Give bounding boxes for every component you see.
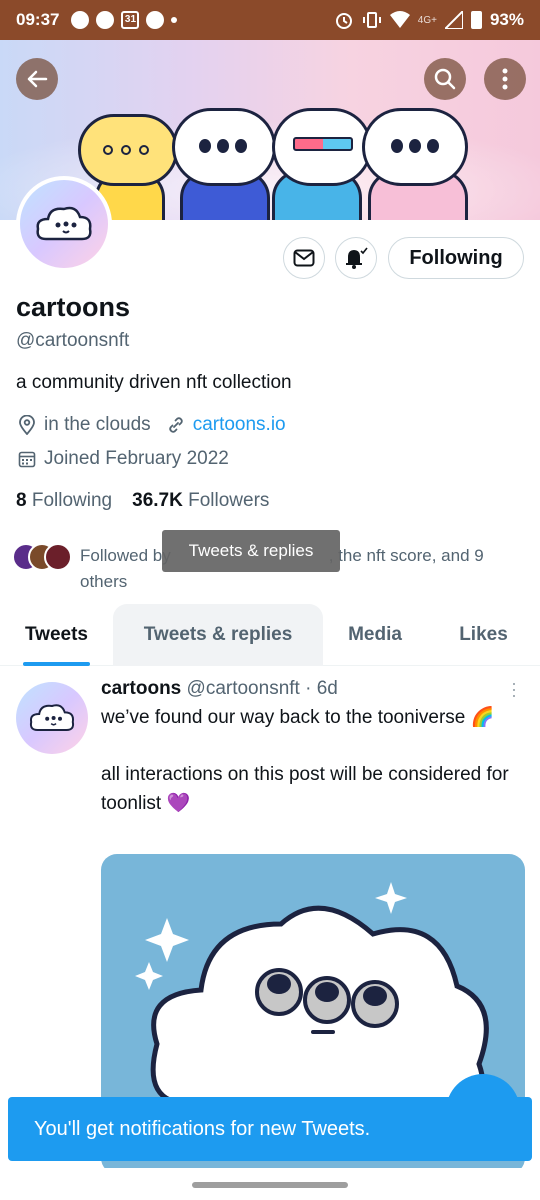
wifi-icon [389, 11, 410, 28]
tweet-author-handle: @cartoonsnft [186, 678, 300, 699]
tweet-avatar[interactable] [16, 682, 88, 754]
calendar-icon [16, 448, 38, 470]
tweet-time: · 6d [305, 678, 338, 699]
tweet-header: cartoons @cartoonsnft · 6d [101, 678, 338, 700]
tab-tweets-label: Tweets [24, 624, 88, 645]
profile-handle: @cartoonsnft [16, 330, 130, 351]
more-notifications-icon [171, 17, 178, 23]
status-time: 09:37 [16, 10, 60, 29]
back-arrow-icon [27, 70, 48, 88]
messenger-icon-2 [96, 11, 115, 29]
tab-likes[interactable]: Likes [427, 604, 540, 666]
banner-cloud-bow [362, 108, 468, 186]
home-gesture-handle[interactable] [192, 1182, 348, 1188]
tweet-text: we’ve found our way back to the tooniver… [101, 707, 509, 814]
banner-cloud-crown [78, 114, 178, 186]
cloud-logo-icon [36, 206, 92, 241]
vibrate-icon [362, 12, 381, 28]
more-options-button[interactable] [484, 58, 526, 100]
tab-tweets-and-replies-label: Tweets & replies [143, 624, 293, 645]
profile-bio: a community driven nft collection [16, 372, 292, 393]
battery-icon [470, 11, 482, 29]
following-stat[interactable]: 8 Following [16, 490, 112, 512]
notifications-button[interactable] [335, 237, 377, 279]
notification-icons: 31 [71, 11, 178, 29]
calendar-icon: 31 [121, 11, 140, 29]
followers-count: 36.7K [132, 490, 183, 511]
signal-icon [444, 11, 463, 29]
following-count: 8 [16, 490, 27, 511]
status-bar: 09:37 31 4G+ 93% [0, 0, 540, 40]
tab-tweets-and-replies[interactable]: Tweets & replies [113, 604, 323, 666]
followers-stat[interactable]: 36.7K Followers [132, 490, 269, 512]
system-icons: 4G+ 93% [334, 10, 524, 30]
tab-media[interactable]: Media [323, 604, 427, 666]
network-type: 4G+ [417, 14, 437, 26]
profile-avatar[interactable] [16, 176, 112, 272]
link-icon [165, 414, 187, 436]
follow-stats: 8 Following 36.7K Followers [16, 490, 269, 512]
alarm-icon [335, 13, 352, 29]
following-label: Following [31, 490, 113, 511]
profile-location: in the clouds [44, 414, 151, 435]
search-icon [434, 68, 456, 90]
notification-toast: You'll get notifications for new Tweets. [8, 1097, 532, 1161]
tweet-more-icon[interactable]: · · · [504, 674, 524, 704]
battery-level: 93% [489, 10, 524, 29]
pinterest-icon [146, 11, 165, 29]
follower-avatar-3 [44, 543, 72, 571]
tab-likes-label: Likes [459, 624, 508, 645]
tab-media-label: Media [348, 624, 402, 645]
tab-tweets[interactable]: Tweets [22, 604, 91, 666]
followed-by-start: Followed by [80, 546, 171, 565]
message-button[interactable] [283, 237, 325, 279]
bell-check-icon [346, 247, 368, 269]
location-pin-icon [16, 414, 38, 436]
more-vertical-icon [502, 68, 508, 90]
cloud-logo-icon [29, 704, 75, 731]
envelope-icon [293, 249, 315, 267]
tweet-author-name[interactable]: cartoons [101, 678, 181, 699]
profile-joined-date: Joined February 2022 [44, 448, 229, 469]
profile-meta-row: in the clouds cartoons.io [16, 414, 286, 436]
messenger-icon [71, 11, 90, 29]
profile-joined-row: Joined February 2022 [16, 448, 229, 470]
banner-cloud-plain [172, 108, 276, 186]
following-button[interactable]: Following [388, 237, 524, 279]
search-button[interactable] [424, 58, 466, 100]
profile-name: cartoons [16, 292, 131, 322]
banner-cloud-3d-glasses [272, 108, 372, 186]
profile-website-link[interactable]: cartoons.io [193, 414, 286, 436]
profile-tabs: Tweets Tweets & replies Media Likes [0, 604, 540, 666]
back-button[interactable] [16, 58, 58, 100]
tab-tooltip: Tweets & replies [162, 530, 340, 572]
followers-label: Followers [188, 490, 270, 511]
